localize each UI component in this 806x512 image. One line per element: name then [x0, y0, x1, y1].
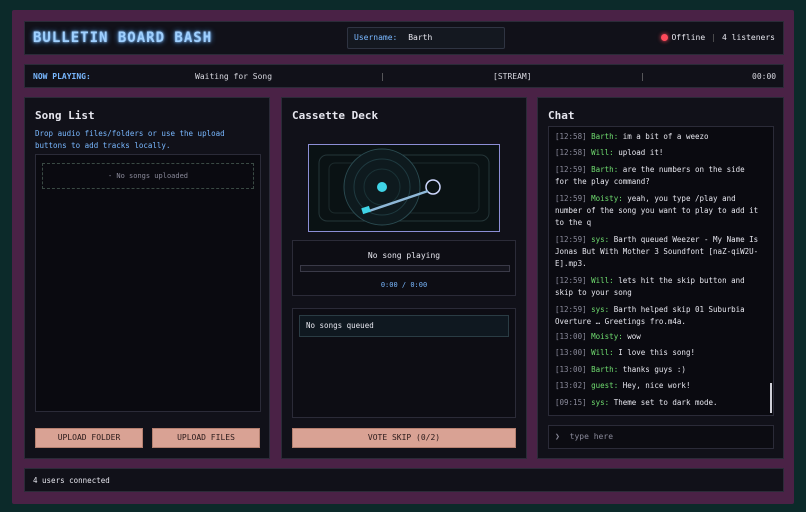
- footer-bar: 4 users connected: [24, 468, 784, 492]
- chat-author: Barth:: [591, 165, 619, 174]
- chat-timestamp: [12:59]: [555, 276, 587, 285]
- chat-text: im a bit of a weezo: [622, 132, 709, 141]
- users-connected: 4 users connected: [33, 476, 110, 485]
- queue-empty-item: No songs queued: [299, 315, 509, 337]
- now-playing-label: NOW PLAYING:: [33, 72, 91, 81]
- chat-author: Will:: [591, 348, 614, 357]
- chat-title: Chat: [548, 109, 575, 122]
- now-playing-separator-1: |: [380, 72, 385, 81]
- cassette-deck-panel: Cassette Deck No song playing 0:00 / 0:0…: [281, 97, 527, 459]
- chat-log[interactable]: [12:58] Barth: im a bit of a weezo [12:58…: [548, 126, 774, 416]
- song-time: 0:00 / 0:00: [380, 281, 428, 289]
- now-playing-song: Waiting for Song: [195, 72, 273, 81]
- chat-text: Theme set to dark mode.: [613, 398, 718, 407]
- chat-text: thanks guys :): [622, 365, 686, 374]
- chat-timestamp: [13:00]: [555, 365, 587, 374]
- song-list-title: Song List: [35, 109, 95, 122]
- prompt-icon: ❯: [555, 432, 560, 441]
- empty-songs-placeholder: - No songs uploaded: [42, 163, 254, 189]
- song-queue: No songs queued: [292, 308, 516, 418]
- now-playing-separator-2: |: [640, 72, 645, 81]
- chat-message: [12:59] sys: Barth queued Weezer - My Na…: [555, 234, 761, 270]
- chat-timestamp: [12:58]: [555, 148, 587, 157]
- cassette-deck-title: Cassette Deck: [292, 109, 379, 122]
- chat-author: Moisty:: [591, 194, 623, 203]
- chat-scrollbar[interactable]: [770, 383, 772, 413]
- connection-status: Offline | 4 listeners: [661, 33, 775, 42]
- status-separator: |: [711, 33, 717, 42]
- chat-message: [12:58] Barth: im a bit of a weezo: [555, 131, 761, 143]
- upload-files-button[interactable]: UPLOAD FILES: [152, 428, 260, 448]
- listener-count: 4 listeners: [722, 33, 775, 42]
- song-list-panel: Song List Drop audio files/folders or us…: [24, 97, 270, 459]
- username-value[interactable]: Barth: [408, 33, 432, 42]
- chat-message: [12:59] sys: Barth helped skip 01 Suburb…: [555, 304, 761, 328]
- chat-text: Hey, nice work!: [622, 381, 691, 390]
- chat-message: [13:02] guest: Hey, nice work!: [555, 380, 761, 392]
- chat-message: [12:59] Barth: are the numbers on the si…: [555, 164, 761, 188]
- chat-timestamp: [12:58]: [555, 132, 587, 141]
- chat-timestamp: [12:59]: [555, 305, 587, 314]
- chat-timestamp: [12:59]: [555, 165, 587, 174]
- current-song-title: No song playing: [367, 251, 441, 260]
- turntable-visual: [308, 144, 500, 232]
- chat-text: I love this song!: [618, 348, 695, 357]
- chat-message: [09:15] sys: Theme set to dark mode.: [555, 397, 761, 409]
- chat-timestamp: [09:15]: [555, 398, 587, 407]
- chat-text: wow: [627, 332, 641, 341]
- chat-input-placeholder: type here: [569, 432, 614, 441]
- song-list-hint: Drop audio files/folders or use the uplo…: [35, 129, 225, 150]
- chat-author: Will:: [591, 148, 614, 157]
- chat-text: upload it!: [618, 148, 664, 157]
- chat-timestamp: [13:00]: [555, 348, 587, 357]
- chat-message: [13:00] Will: I love this song!: [555, 347, 761, 359]
- chat-message: [12:58] Will: upload it!: [555, 147, 761, 159]
- chat-message: [12:59] Moisty: yeah, you type /play and…: [555, 193, 761, 229]
- chat-message: [13:00] Barth: thanks guys :): [555, 364, 761, 376]
- song-drop-zone[interactable]: - No songs uploaded: [35, 154, 261, 412]
- chat-author: Moisty:: [591, 332, 623, 341]
- chat-message: [13:00] Moisty: wow: [555, 331, 761, 343]
- upload-folder-button[interactable]: UPLOAD FOLDER: [35, 428, 143, 448]
- username-field[interactable]: Username: Barth: [347, 27, 505, 49]
- current-song-info: No song playing 0:00 / 0:00: [292, 240, 516, 296]
- chat-author: guest:: [591, 381, 619, 390]
- now-playing-bar: NOW PLAYING: Waiting for Song | [STREAM]…: [24, 64, 784, 88]
- chat-message: [12:59] Will: lets hit the skip button a…: [555, 275, 761, 299]
- chat-author: sys:: [591, 305, 610, 314]
- song-progress-bar[interactable]: [300, 265, 510, 272]
- chat-author: sys:: [591, 235, 610, 244]
- chat-timestamp: [13:00]: [555, 332, 587, 341]
- chat-author: Will:: [591, 276, 614, 285]
- chat-timestamp: [12:59]: [555, 235, 587, 244]
- app-title: BULLETIN BOARD BASH: [33, 30, 213, 46]
- chat-input[interactable]: ❯ type here: [548, 425, 774, 449]
- chat-author: sys:: [591, 398, 610, 407]
- chat-author: Barth:: [591, 365, 619, 374]
- now-playing-time: 00:00: [752, 72, 777, 81]
- header-bar: BULLETIN BOARD BASH Username: Barth Offl…: [24, 21, 784, 55]
- chat-timestamp: [13:02]: [555, 381, 587, 390]
- turntable-icon: [318, 148, 490, 226]
- vote-skip-button[interactable]: VOTE SKIP (0/2): [292, 428, 516, 448]
- status-dot-icon: [661, 34, 669, 41]
- chat-panel: Chat [12:58] Barth: im a bit of a weezo[…: [537, 97, 784, 459]
- username-label: Username:: [354, 33, 398, 42]
- status-text: Offline: [671, 33, 706, 42]
- stream-indicator: [STREAM]: [493, 72, 532, 81]
- chat-timestamp: [12:59]: [555, 194, 587, 203]
- chat-author: Barth:: [591, 132, 619, 141]
